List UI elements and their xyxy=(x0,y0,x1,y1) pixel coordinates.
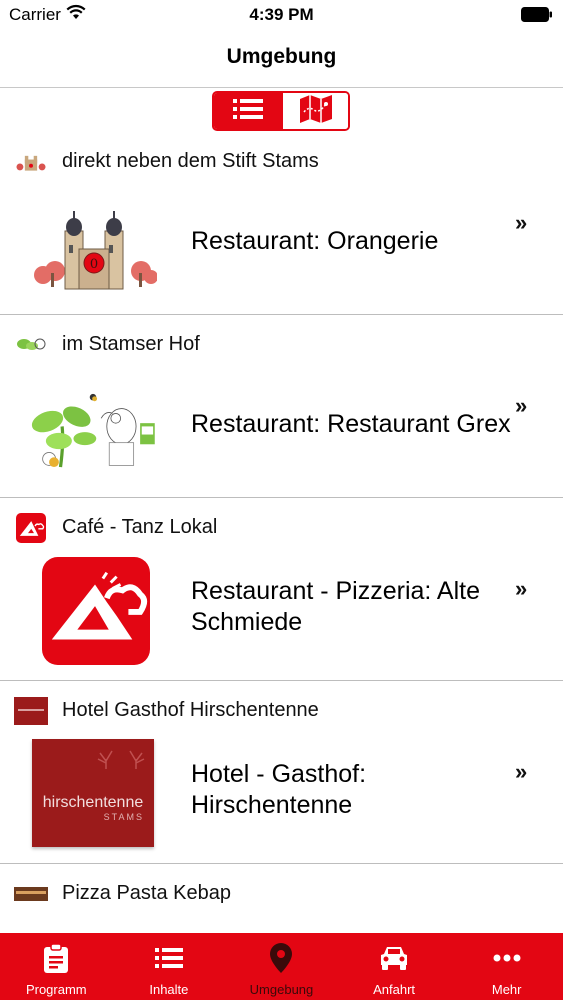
item-subtitle: Pizza Pasta Kebap xyxy=(62,882,231,904)
tab-umgebung[interactable]: Umgebung xyxy=(225,933,338,1000)
tab-bar: Programm Inhalte Umgebung Anfahrt Mehr xyxy=(0,933,563,1000)
tab-inhalte[interactable]: Inhalte xyxy=(113,933,226,1000)
status-bar: Carrier 4:39 PM xyxy=(0,0,563,30)
location-pin-icon xyxy=(270,943,293,973)
list-item[interactable]: Pizza Pasta Kebap xyxy=(0,864,563,928)
tab-label: Programm xyxy=(25,982,87,997)
tab-mehr[interactable]: Mehr xyxy=(450,933,563,1000)
pizza-thumbnail xyxy=(14,880,48,908)
chevron-right-icon: » xyxy=(515,393,528,418)
navigation-bar: Umgebung xyxy=(0,30,563,88)
mountain-logo-thumbnail xyxy=(14,513,48,543)
list-icon xyxy=(154,944,183,972)
logo-subtext: STAMS xyxy=(103,812,144,822)
tab-programm[interactable]: Programm xyxy=(0,933,113,1000)
map-view-button[interactable] xyxy=(281,93,348,129)
clipboard-icon xyxy=(43,943,69,973)
hirschentenne-thumbnail xyxy=(14,697,48,725)
svg-text:0: 0 xyxy=(90,257,98,272)
chevron-right-icon: » xyxy=(515,576,528,601)
mountain-logo xyxy=(40,556,152,666)
item-subtitle: Café - Tanz Lokal xyxy=(62,516,218,538)
stift-stams-thumbnail xyxy=(14,148,48,176)
item-name: Restaurant: Orangerie xyxy=(191,227,439,255)
item-subtitle: Hotel Gasthof Hirschentenne xyxy=(62,699,319,721)
item-subtitle: direkt neben dem Stift Stams xyxy=(62,150,319,172)
tab-label: Mehr xyxy=(491,982,522,997)
list-item[interactable]: direkt neben dem Stift Stams 0 Restauran… xyxy=(0,132,563,315)
view-toggle xyxy=(212,91,350,131)
item-subtitle: im Stamser Hof xyxy=(62,333,200,355)
places-list: direkt neben dem Stift Stams 0 Restauran… xyxy=(0,132,563,928)
logo-text: hirschentenne xyxy=(42,794,144,811)
chevron-right-icon: » xyxy=(515,759,528,784)
stift-stams-illustration: 0 xyxy=(28,192,158,307)
list-item[interactable]: Hotel Gasthof Hirschentenne hirschentenn… xyxy=(0,681,563,864)
list-view-button[interactable] xyxy=(214,93,281,129)
battery-icon xyxy=(521,7,553,22)
more-icon xyxy=(493,944,521,972)
item-name: Restaurant: Restaurant Grex xyxy=(191,410,511,438)
car-icon xyxy=(379,944,409,972)
tab-label: Inhalte xyxy=(149,982,189,997)
hirschentenne-logo: hirschentenne STAMS xyxy=(32,739,154,847)
tab-label: Umgebung xyxy=(249,982,314,997)
grex-illustration xyxy=(28,375,158,490)
tab-anfahrt[interactable]: Anfahrt xyxy=(338,933,451,1000)
grex-thumbnail xyxy=(14,331,48,359)
map-icon xyxy=(299,94,333,129)
list-icon xyxy=(232,98,263,125)
clock: 4:39 PM xyxy=(249,5,314,24)
item-name: Hotel - Gasthof: Hirschentenne xyxy=(191,760,367,819)
item-name: Restaurant - Pizzeria: Alte Schmiede xyxy=(191,577,481,636)
chevron-right-icon: » xyxy=(515,210,528,235)
tab-label: Anfahrt xyxy=(373,982,416,997)
page-title: Umgebung xyxy=(226,45,337,68)
list-item[interactable]: Café - Tanz Lokal Restaurant - Pizzeria:… xyxy=(0,498,563,681)
list-item[interactable]: im Stamser Hof Restaurant: Restaurant Gr… xyxy=(0,315,563,498)
